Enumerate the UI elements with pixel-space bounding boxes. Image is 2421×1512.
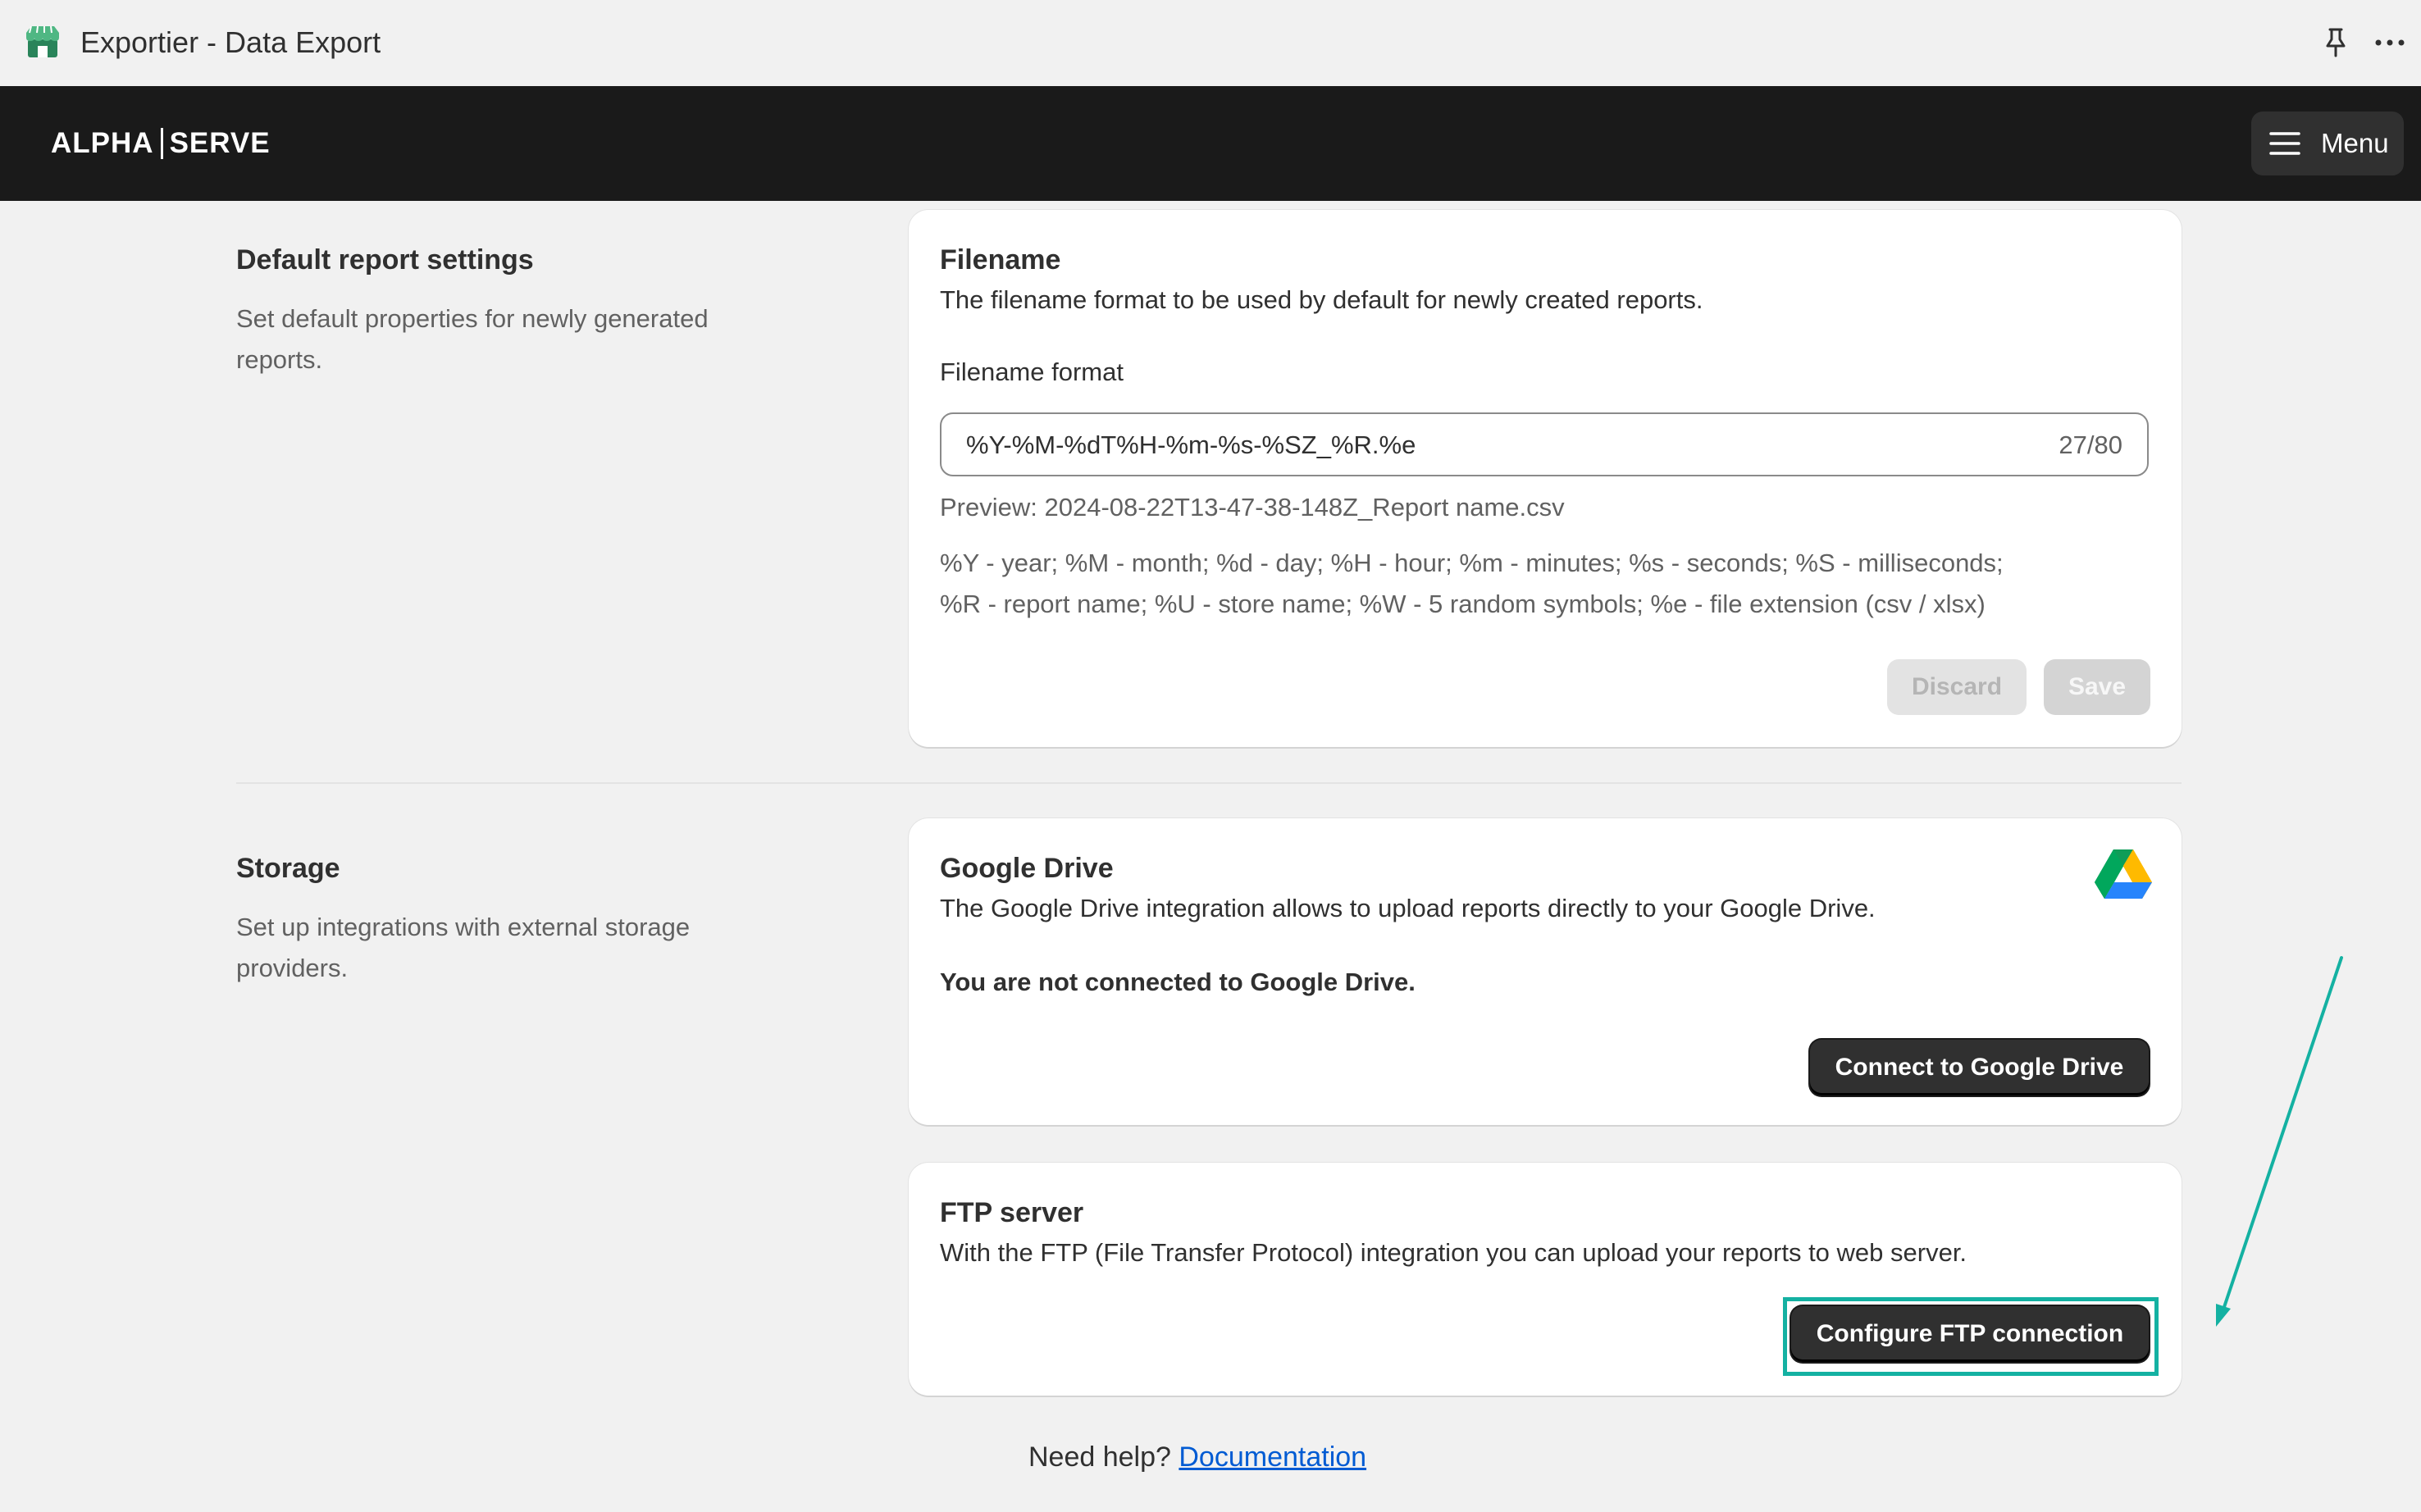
discard-button[interactable]: Discard [1887, 659, 2027, 715]
section-divider [236, 782, 2182, 784]
logo-separator [160, 128, 163, 159]
documentation-link[interactable]: Documentation [1179, 1441, 1366, 1473]
ftp-server-title: FTP server [940, 1197, 1084, 1228]
google-drive-status: You are not connected to Google Drive. [940, 968, 1416, 996]
menu-button[interactable]: Menu [2251, 112, 2404, 175]
store-icon [26, 25, 59, 57]
filename-format-input[interactable]: %Y-%M-%dT%H-%m-%s-%SZ_%R.%e 27/80 [940, 412, 2149, 476]
menu-label: Menu [2321, 128, 2389, 158]
save-button[interactable]: Save [2044, 659, 2150, 715]
filename-format-value: %Y-%M-%dT%H-%m-%s-%SZ_%R.%e [966, 430, 1416, 459]
format-help-line-1: %Y - year; %M - month; %d - day; %H - ho… [940, 549, 2004, 577]
help-footer: Need help? Documentation [1028, 1441, 1366, 1473]
logo-text-left: ALPHA [51, 127, 154, 159]
pin-icon[interactable] [2318, 25, 2354, 61]
google-drive-title: Google Drive [940, 853, 1114, 884]
google-drive-subtitle: The Google Drive integration allows to u… [940, 894, 1876, 922]
default-report-settings-title: Default report settings [236, 244, 534, 276]
brand-header: ALPHA SERVE Menu [0, 86, 2421, 201]
alpha-serve-logo: ALPHA SERVE [51, 127, 271, 160]
help-prefix: Need help? [1028, 1441, 1171, 1473]
filename-format-label: Filename format [940, 358, 1124, 386]
hamburger-icon [2269, 132, 2300, 155]
filename-card: Filename The filename format to be used … [909, 210, 2182, 747]
google-drive-icon [2095, 849, 2152, 899]
default-report-settings-description: Set default properties for newly generat… [236, 304, 709, 374]
more-options-icon[interactable] [2372, 25, 2408, 61]
storage-title: Storage [236, 853, 340, 884]
app-title-bar: Exportier - Data Export [0, 0, 2421, 86]
ftp-server-subtitle: With the FTP (File Transfer Protocol) in… [940, 1238, 1967, 1267]
storage-description: Set up integrations with external storag… [236, 913, 691, 982]
logo-text-right: SERVE [169, 127, 271, 159]
filename-card-title: Filename [940, 244, 1061, 276]
format-help-line-2: %R - report name; %U - store name; %W - … [940, 590, 1986, 618]
filename-card-subtitle: The filename format to be used by defaul… [940, 285, 1703, 314]
character-counter: 27/80 [2059, 430, 2122, 459]
highlight-box [1783, 1297, 2159, 1376]
google-drive-card: Google Drive The Google Drive integratio… [909, 818, 2182, 1125]
connect-google-drive-button[interactable]: Connect to Google Drive [1810, 1040, 2149, 1095]
app-title: Exportier - Data Export [80, 25, 381, 59]
filename-preview: Preview: 2024-08-22T13-47-38-148Z_Report… [940, 493, 1565, 521]
annotation-arrow-icon [2216, 956, 2343, 1327]
